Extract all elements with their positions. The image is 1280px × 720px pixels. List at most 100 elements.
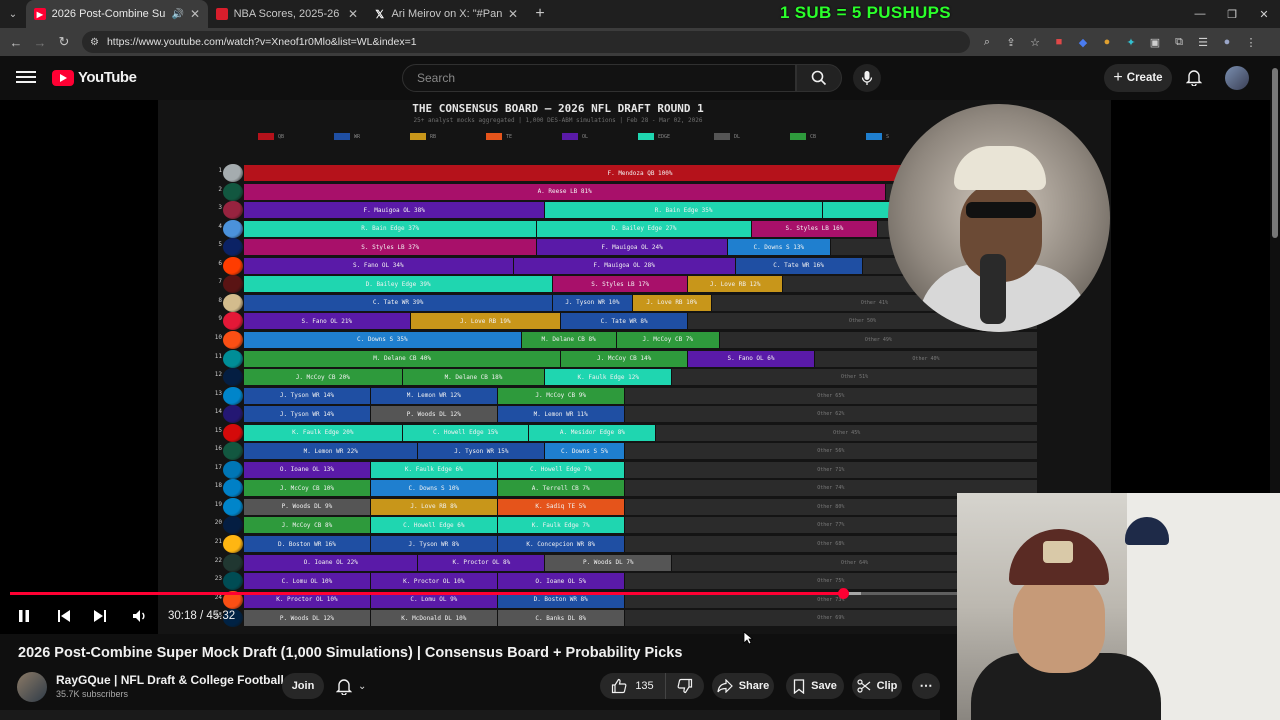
thumbs-down-icon (677, 678, 693, 694)
team-logo-icon (223, 479, 243, 498)
legend-label: OL (582, 133, 589, 140)
channel-avatar[interactable] (17, 672, 47, 702)
like-count: 135 (635, 680, 654, 692)
browser-tab-nba[interactable]: NBA Scores, 2025-26 Season - ✕ (208, 0, 366, 28)
extension-teal-icon[interactable]: ✦ (1124, 35, 1138, 49)
other-probability-label: Other 62% (817, 411, 845, 418)
account-avatar[interactable] (1225, 66, 1249, 90)
extension-orange-icon[interactable]: ● (1100, 35, 1114, 49)
bell-icon (1186, 70, 1202, 86)
extensions-puzzle-icon[interactable]: ⧉ (1172, 35, 1186, 49)
close-tab-icon[interactable]: ✕ (508, 7, 518, 21)
pick-number: 12 (214, 371, 222, 379)
zoom-icon[interactable]: ⌕ (980, 35, 994, 49)
prospect-probability-bar: J. Love RB 19% (410, 313, 562, 330)
site-info-icon[interactable]: ⚙ (90, 37, 99, 48)
prospect-probability-bar: K. Proctor OL 10% (370, 573, 498, 590)
like-button[interactable]: 135 (600, 673, 666, 699)
youtube-logo[interactable]: YouTube (52, 69, 137, 86)
browser-menu-icon[interactable]: ⋮ (1244, 35, 1258, 49)
prospect-probability-bar: P. Woods DL 12% (370, 406, 498, 423)
restore-icon[interactable]: ❐ (1216, 0, 1248, 28)
plus-icon: + (1113, 69, 1123, 86)
volume-icon (133, 610, 145, 622)
forward-icon[interactable]: → (28, 35, 52, 50)
minimize-icon[interactable]: — (1184, 0, 1216, 28)
reading-list-icon[interactable]: ☰ (1196, 35, 1210, 49)
speaker-icon[interactable]: 🔊 (171, 9, 183, 20)
x-favicon-icon: 𝕏 (375, 8, 385, 21)
legend-swatch (486, 133, 502, 140)
next-button[interactable] (80, 603, 120, 629)
prospect-probability-bar: J. McCoy CB 20% (244, 369, 403, 386)
search-input[interactable]: Search (402, 64, 796, 92)
prospect-probability-bar: C. Tate WR 39% (244, 294, 554, 311)
extension-blue-icon[interactable]: ◆ (1076, 35, 1090, 49)
pick-number: 21 (214, 538, 222, 545)
previous-button[interactable] (44, 603, 84, 629)
new-tab-button[interactable]: + (526, 5, 554, 23)
profile-icon[interactable]: ● (1220, 35, 1234, 49)
volume-button[interactable] (120, 603, 160, 629)
probability-track: C. Tate WR 39% J. Tyson WR 10% J. Love RB … (244, 294, 1037, 311)
back-icon[interactable]: ← (4, 35, 28, 50)
channel-name[interactable]: RayGQue | NFL Draft & College Football (56, 673, 284, 687)
probability-track: O. Ioane OL 22% K. Proctor OL 8% P. Woods … (244, 554, 1037, 571)
subscription-bell-button[interactable]: ⌄ (336, 673, 378, 699)
pause-button[interactable] (4, 603, 44, 629)
other-probability-label: Other 49% (864, 336, 892, 343)
prospect-probability-bar: A. Reese LB 81% (244, 183, 887, 200)
search-button[interactable] (796, 64, 842, 92)
create-button[interactable]: + Create (1104, 64, 1172, 92)
legend-label: S (886, 133, 890, 140)
url-field[interactable]: ⚙ https://www.youtube.com/watch?v=Xneof1… (82, 31, 970, 53)
prospect-probability-bar: K. Sadiq TE 5% (497, 498, 625, 515)
more-actions-button[interactable]: ⋯ (912, 673, 940, 699)
pick-number: 7 (218, 278, 222, 286)
scissors-icon (857, 679, 870, 693)
bookmark-star-icon[interactable]: ☆ (1028, 35, 1042, 49)
pick-row: 20 J. McCoy CB 8% C. Howell Edge 6% K. Faul… (206, 516, 1046, 535)
prospect-probability-bar: P. Woods DL 12% (244, 610, 371, 627)
share-icon (717, 679, 733, 693)
dislike-button[interactable] (666, 673, 704, 699)
extension-red-icon[interactable]: ■ (1052, 35, 1066, 49)
board-title: THE CONSENSUS BOARD — 2026 NFL DRAFT ROU… (412, 102, 704, 115)
pick-number: 5 (218, 241, 222, 249)
prospect-probability-bar: O. Ioane OL 13% (244, 461, 371, 478)
browser-tab-x[interactable]: 𝕏 Ari Meirov on X: "#Panthers HC ✕ (366, 0, 526, 28)
probability-track: J. McCoy CB 20% M. Delane CB 18% K. Faulk … (244, 369, 1037, 386)
played-bar (10, 592, 843, 595)
team-logo-icon (223, 164, 243, 182)
clip-button[interactable]: Clip (852, 673, 902, 699)
install-icon[interactable]: ⇪ (1004, 35, 1018, 49)
legend-swatch (638, 133, 654, 140)
close-window-icon[interactable]: ✕ (1248, 0, 1280, 28)
prospect-probability-bar: K. Faulk Edge 7% (497, 517, 625, 534)
reload-icon[interactable]: ↻ (52, 34, 76, 50)
probability-track: O. Ioane OL 13% K. Faulk Edge 6% C. Howell… (244, 461, 1037, 478)
save-button[interactable]: Save (786, 673, 844, 699)
team-logo-icon (223, 516, 243, 535)
pick-row: 15 K. Faulk Edge 20% C. Howell Edge 15% A. … (206, 423, 1046, 442)
menu-icon[interactable] (16, 68, 36, 88)
tab-title: 2026 Post-Combine Super M (51, 8, 166, 20)
notifications-button[interactable] (1184, 67, 1204, 87)
share-button[interactable]: Share (712, 673, 774, 699)
tab-search-icon[interactable]: ⌄ (0, 0, 26, 28)
prospect-probability-bar: O. Ioane OL 5% (497, 573, 625, 590)
close-tab-icon[interactable]: ✕ (190, 7, 200, 21)
extension-gray-icon[interactable]: ▣ (1148, 35, 1162, 49)
browser-tab-youtube[interactable]: ▶ 2026 Post-Combine Super M 🔊 ✕ (26, 0, 208, 28)
join-button[interactable]: Join (282, 673, 324, 699)
prospect-probability-bar: S. Fano OL 34% (244, 257, 514, 274)
team-logo-icon (223, 497, 243, 516)
close-tab-icon[interactable]: ✕ (348, 7, 358, 21)
legend-item: DL (714, 133, 790, 140)
prospect-probability-bar: C. Tate WR 16% (735, 257, 863, 274)
probability-track: K. Faulk Edge 20% C. Howell Edge 15% A. Me… (244, 424, 1037, 441)
voice-search-button[interactable] (853, 64, 881, 92)
team-logo-icon (223, 330, 243, 349)
prospect-probability-bar: J. McCoy CB 7% (616, 331, 720, 348)
seek-handle[interactable] (837, 588, 849, 599)
